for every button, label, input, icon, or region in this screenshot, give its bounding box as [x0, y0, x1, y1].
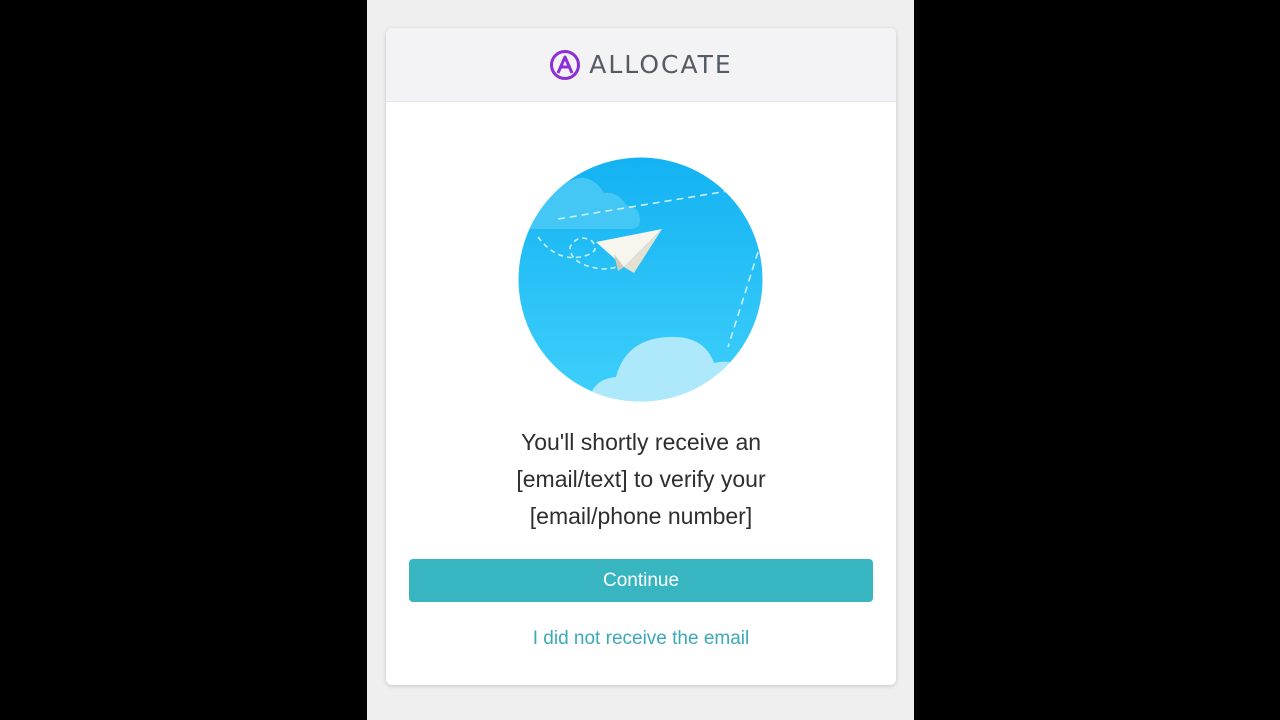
resend-email-link[interactable]: I did not receive the email: [386, 628, 896, 650]
continue-button[interactable]: Continue: [409, 559, 873, 602]
verification-card: ALLOCATE You'll shortly receive an [emai…: [386, 28, 896, 685]
brand-logo: ALLOCATE: [549, 49, 732, 81]
card-header: ALLOCATE: [386, 28, 896, 102]
paper-plane-illustration: [518, 157, 763, 402]
verification-message: You'll shortly receive an [email/text] t…: [516, 429, 766, 529]
brand-name: ALLOCATE: [589, 50, 733, 79]
allocate-logo-icon: [550, 49, 581, 80]
